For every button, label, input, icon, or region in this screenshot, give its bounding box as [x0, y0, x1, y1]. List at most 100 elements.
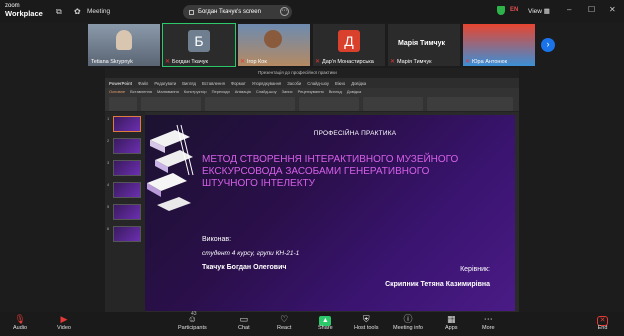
audio-button[interactable]: 🎙 Audio [13, 314, 27, 331]
participant-tile[interactable]: Ігор Кок ✕ [238, 24, 310, 66]
slide-thumbnails-panel: 1 2 3 4 5 6 [105, 112, 145, 312]
more-button[interactable]: ⋯ More [482, 314, 495, 331]
react-button[interactable]: ♡ React [277, 314, 291, 331]
ribbon-tab[interactable]: Довідка [347, 89, 361, 94]
screen-icon [189, 9, 194, 15]
apps-button[interactable]: ▦ Apps [445, 314, 458, 331]
menu-item[interactable]: Вікно [335, 81, 345, 86]
participant-name: Дар'я Монастирська [322, 59, 374, 65]
chat-label: Chat [238, 325, 250, 331]
slide-thumbnail-number: 2 [107, 138, 110, 143]
slide-thumbnail[interactable] [113, 182, 141, 198]
end-label: End [597, 325, 608, 331]
participant-tile[interactable]: Юра Антонюк ✕ [463, 24, 535, 66]
chevron-right-icon: › [546, 39, 550, 49]
participants-label: Participants [178, 325, 207, 331]
shield-icon: ⛨ [362, 314, 370, 324]
next-page-button[interactable]: › [541, 38, 555, 52]
author-name: Ткачук Богдан Олегович [202, 264, 287, 271]
ribbon-tab[interactable]: Анімація [235, 89, 251, 94]
editing-group[interactable] [427, 97, 513, 111]
slide-thumbnail[interactable] [113, 116, 141, 132]
meeting-info-button[interactable]: ⓘ Meeting info [393, 314, 423, 331]
share-button[interactable]: ▲ Share [318, 314, 333, 331]
ribbon-tab[interactable]: Вставлення [130, 89, 152, 94]
more-icon: ⋯ [483, 314, 493, 324]
slide-thumbnail[interactable] [113, 226, 141, 242]
brand-line2: Workplace [5, 9, 43, 18]
person-silhouette [264, 30, 282, 48]
ribbon-tab[interactable]: Запис [282, 89, 293, 94]
more-label: More [482, 325, 495, 331]
share-screen-icon[interactable]: ⧉ [56, 7, 62, 17]
slide-thumbnail[interactable] [113, 204, 141, 220]
video-label: Video [57, 325, 71, 331]
close-icon[interactable]: ✕ [609, 5, 616, 14]
zoom-meeting-window: zoom Workplace ⧉ ✿ Meeting Богдан Ткачук… [0, 0, 624, 336]
powerpoint-menu-bar: PowerPoint Файл Редагувати Вигляд Вставлення… [105, 78, 519, 88]
menu-item[interactable]: Файл [138, 81, 148, 86]
grid-icon: ▦ [543, 8, 550, 15]
slide-thumbnail[interactable] [113, 160, 141, 176]
chat-icon: ▭ [239, 314, 249, 324]
shared-screen: Презентація до професійної практики Powe… [105, 68, 519, 312]
video-button[interactable]: ▶ Video [57, 314, 71, 331]
student-line: студент 4 курсу, групи КН-21-1 [202, 250, 300, 257]
participant-name: Tetiana Skrypnyk [91, 59, 133, 65]
participant-name: Ігор Кок [247, 59, 267, 65]
heart-icon: ♡ [280, 314, 289, 324]
participant-name: Юра Антонюк [472, 59, 507, 65]
screen-share-pill[interactable]: Богдан Ткачук's screen ⋯ [183, 5, 292, 19]
participants-count: 43 [191, 311, 197, 317]
paw-icon[interactable]: ✿ [74, 7, 81, 16]
ribbon-tab[interactable]: Рецензування [298, 89, 324, 94]
audio-label: Audio [13, 325, 28, 331]
participant-tile[interactable]: Д Дар'я Монастирська ✕ [313, 24, 385, 66]
ribbon-tab[interactable]: Основне [109, 89, 125, 94]
menu-item[interactable]: Редагувати [154, 81, 176, 86]
slide-title: МЕТОД СТВОРЕННЯ ІНТЕРАКТИВНОГО МУЗЕЙНОГО… [202, 154, 459, 189]
participant-tile[interactable]: Марія Тимчук Марія Тимчук ✕ [388, 24, 460, 66]
menu-item[interactable]: Вставлення [202, 81, 225, 86]
menu-item[interactable]: Довідка [351, 81, 366, 86]
participant-name: Богдан Ткачук [172, 59, 208, 65]
ribbon-tab[interactable]: Конструктор [184, 89, 207, 94]
slide-header: ПРОФЕСІЙНА ПРАКТИКА [313, 130, 397, 137]
host-tools-button[interactable]: ⛨ Host tools [354, 314, 378, 331]
slide-thumbnail[interactable] [113, 138, 141, 154]
participant-tile[interactable]: Б Богдан Ткачук ✕ [162, 23, 236, 67]
maximize-icon[interactable]: ☐ [588, 5, 595, 14]
ribbon-tab[interactable]: Слайд-шоу [256, 89, 277, 94]
meeting-label[interactable]: Meeting [87, 8, 110, 15]
ribbon-tab[interactable]: Малювання [157, 89, 179, 94]
chat-button[interactable]: ▭ Chat [238, 314, 250, 331]
powerpoint-ribbon: Основне Вставлення Малювання Конструктор Пер… [105, 88, 519, 112]
menu-item[interactable]: PowerPoint [109, 81, 132, 86]
end-button[interactable]: ✕ End [597, 314, 608, 331]
paragraph-group[interactable] [299, 97, 359, 111]
slide-thumbnail-number: 4 [107, 182, 110, 187]
avatar: Д [338, 30, 360, 52]
drawing-group[interactable] [363, 97, 423, 111]
ribbon-tab[interactable]: Вигляд [329, 89, 342, 94]
minimize-icon[interactable]: – [567, 5, 571, 14]
paste-button[interactable] [109, 97, 137, 111]
menu-item[interactable]: Формат [231, 81, 246, 86]
menu-item[interactable]: Вигляд [182, 81, 196, 86]
muted-mic-icon: ✕ [165, 59, 171, 65]
slides-group[interactable] [141, 97, 201, 111]
menu-item[interactable]: Слайд-шоу [307, 81, 329, 86]
muted-mic-icon: 🎙 [14, 314, 26, 324]
ribbon-tab[interactable]: Переходи [212, 89, 230, 94]
supervisor-name: Скрипник Тетяна Казимирівна [385, 281, 490, 288]
font-group[interactable] [205, 97, 295, 111]
participant-tile[interactable]: Tetiana Skrypnyk [88, 24, 160, 66]
more-options-icon[interactable]: ⋯ [280, 7, 289, 16]
window-title: Презентація до професійної практики [258, 70, 337, 75]
menu-item[interactable]: Упорядкування [252, 81, 281, 86]
participants-button[interactable]: ☺ 43 Participants [178, 311, 207, 331]
security-shield-icon[interactable] [497, 6, 505, 15]
menu-item[interactable]: Засоби [287, 81, 301, 86]
language-indicator[interactable]: EN [510, 7, 518, 13]
view-button[interactable]: View ▦ [528, 7, 550, 15]
